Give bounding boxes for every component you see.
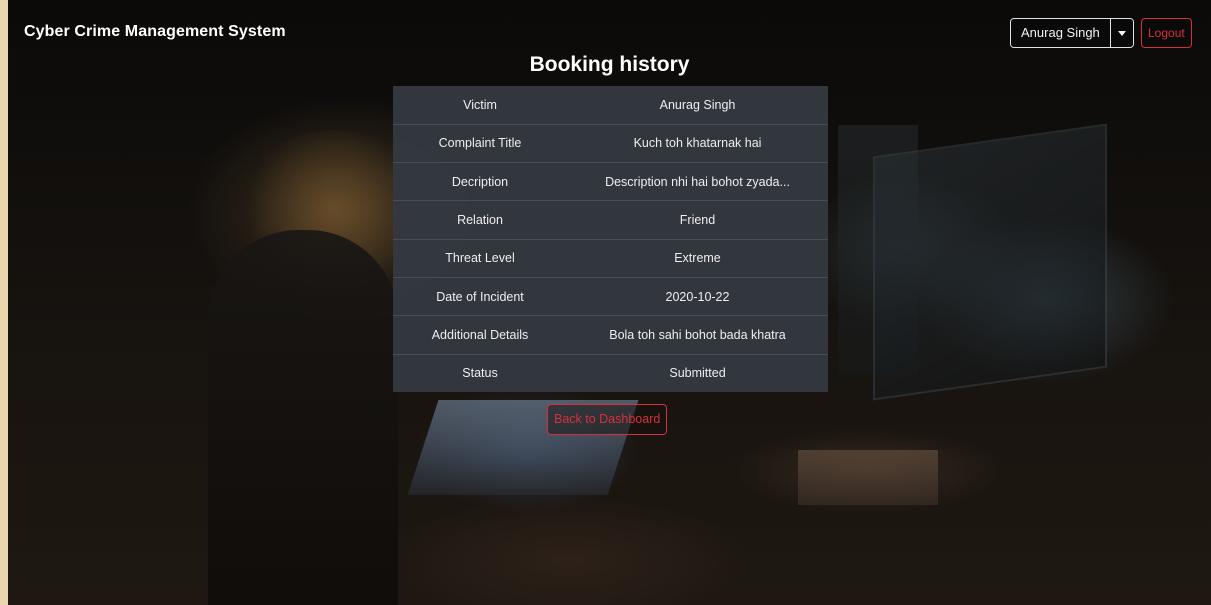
row-value: Description nhi hai bohot zyada... xyxy=(567,162,828,201)
background-box xyxy=(798,450,938,505)
background-monitor xyxy=(838,125,918,375)
user-name-button[interactable]: Anurag Singh xyxy=(1011,19,1110,47)
app-frame: Cyber Crime Management System Anurag Sin… xyxy=(8,0,1211,605)
row-value: Friend xyxy=(567,200,828,240)
logout-button[interactable]: Logout xyxy=(1141,18,1192,48)
caret-down-icon xyxy=(1117,30,1126,36)
row-label: Date of Incident xyxy=(393,276,567,316)
row-label: Status xyxy=(393,353,567,393)
row-value: 2020-10-22 xyxy=(567,276,828,316)
table-row: Status Submitted xyxy=(393,353,828,393)
user-dropdown-toggle[interactable] xyxy=(1109,19,1133,47)
row-label: Victim xyxy=(463,97,497,112)
table-row: Date of Incident 2020-10-22 xyxy=(393,276,828,316)
table-row: Complaint Title Kuch toh khatarnak hai xyxy=(393,123,828,163)
back-to-dashboard-button[interactable]: Back to Dashboard xyxy=(547,404,668,435)
row-value: Anurag Singh xyxy=(659,97,736,112)
background-person xyxy=(208,230,398,605)
page-title: Booking history xyxy=(529,53,690,76)
row-label: Complaint Title xyxy=(393,123,567,163)
row-label: Additional Details xyxy=(393,315,567,355)
row-value: Kuch toh khatarnak hai xyxy=(567,123,828,163)
row-value: Extreme xyxy=(567,238,828,278)
table-row: Additional Details Bola toh sahi bohot b… xyxy=(393,315,828,355)
booking-details-table: Victim Anurag Singh Complaint Title Kuch… xyxy=(393,86,828,393)
row-value: Submitted xyxy=(567,353,828,393)
row-value: Bola toh sahi bohot bada khatra xyxy=(567,315,828,355)
brand-title[interactable]: Cyber Crime Management System xyxy=(24,23,286,41)
table-row: Decription Description nhi hai bohot zya… xyxy=(393,162,828,201)
background-monitor xyxy=(873,123,1107,401)
user-dropdown: Anurag Singh xyxy=(1010,18,1134,48)
row-label: Decription xyxy=(393,162,567,201)
table-row: Victim Anurag Singh xyxy=(393,86,828,124)
table-row: Relation Friend xyxy=(393,200,828,240)
row-label: Relation xyxy=(393,200,567,240)
row-label: Threat Level xyxy=(393,238,567,278)
table-row: Threat Level Extreme xyxy=(393,238,828,278)
